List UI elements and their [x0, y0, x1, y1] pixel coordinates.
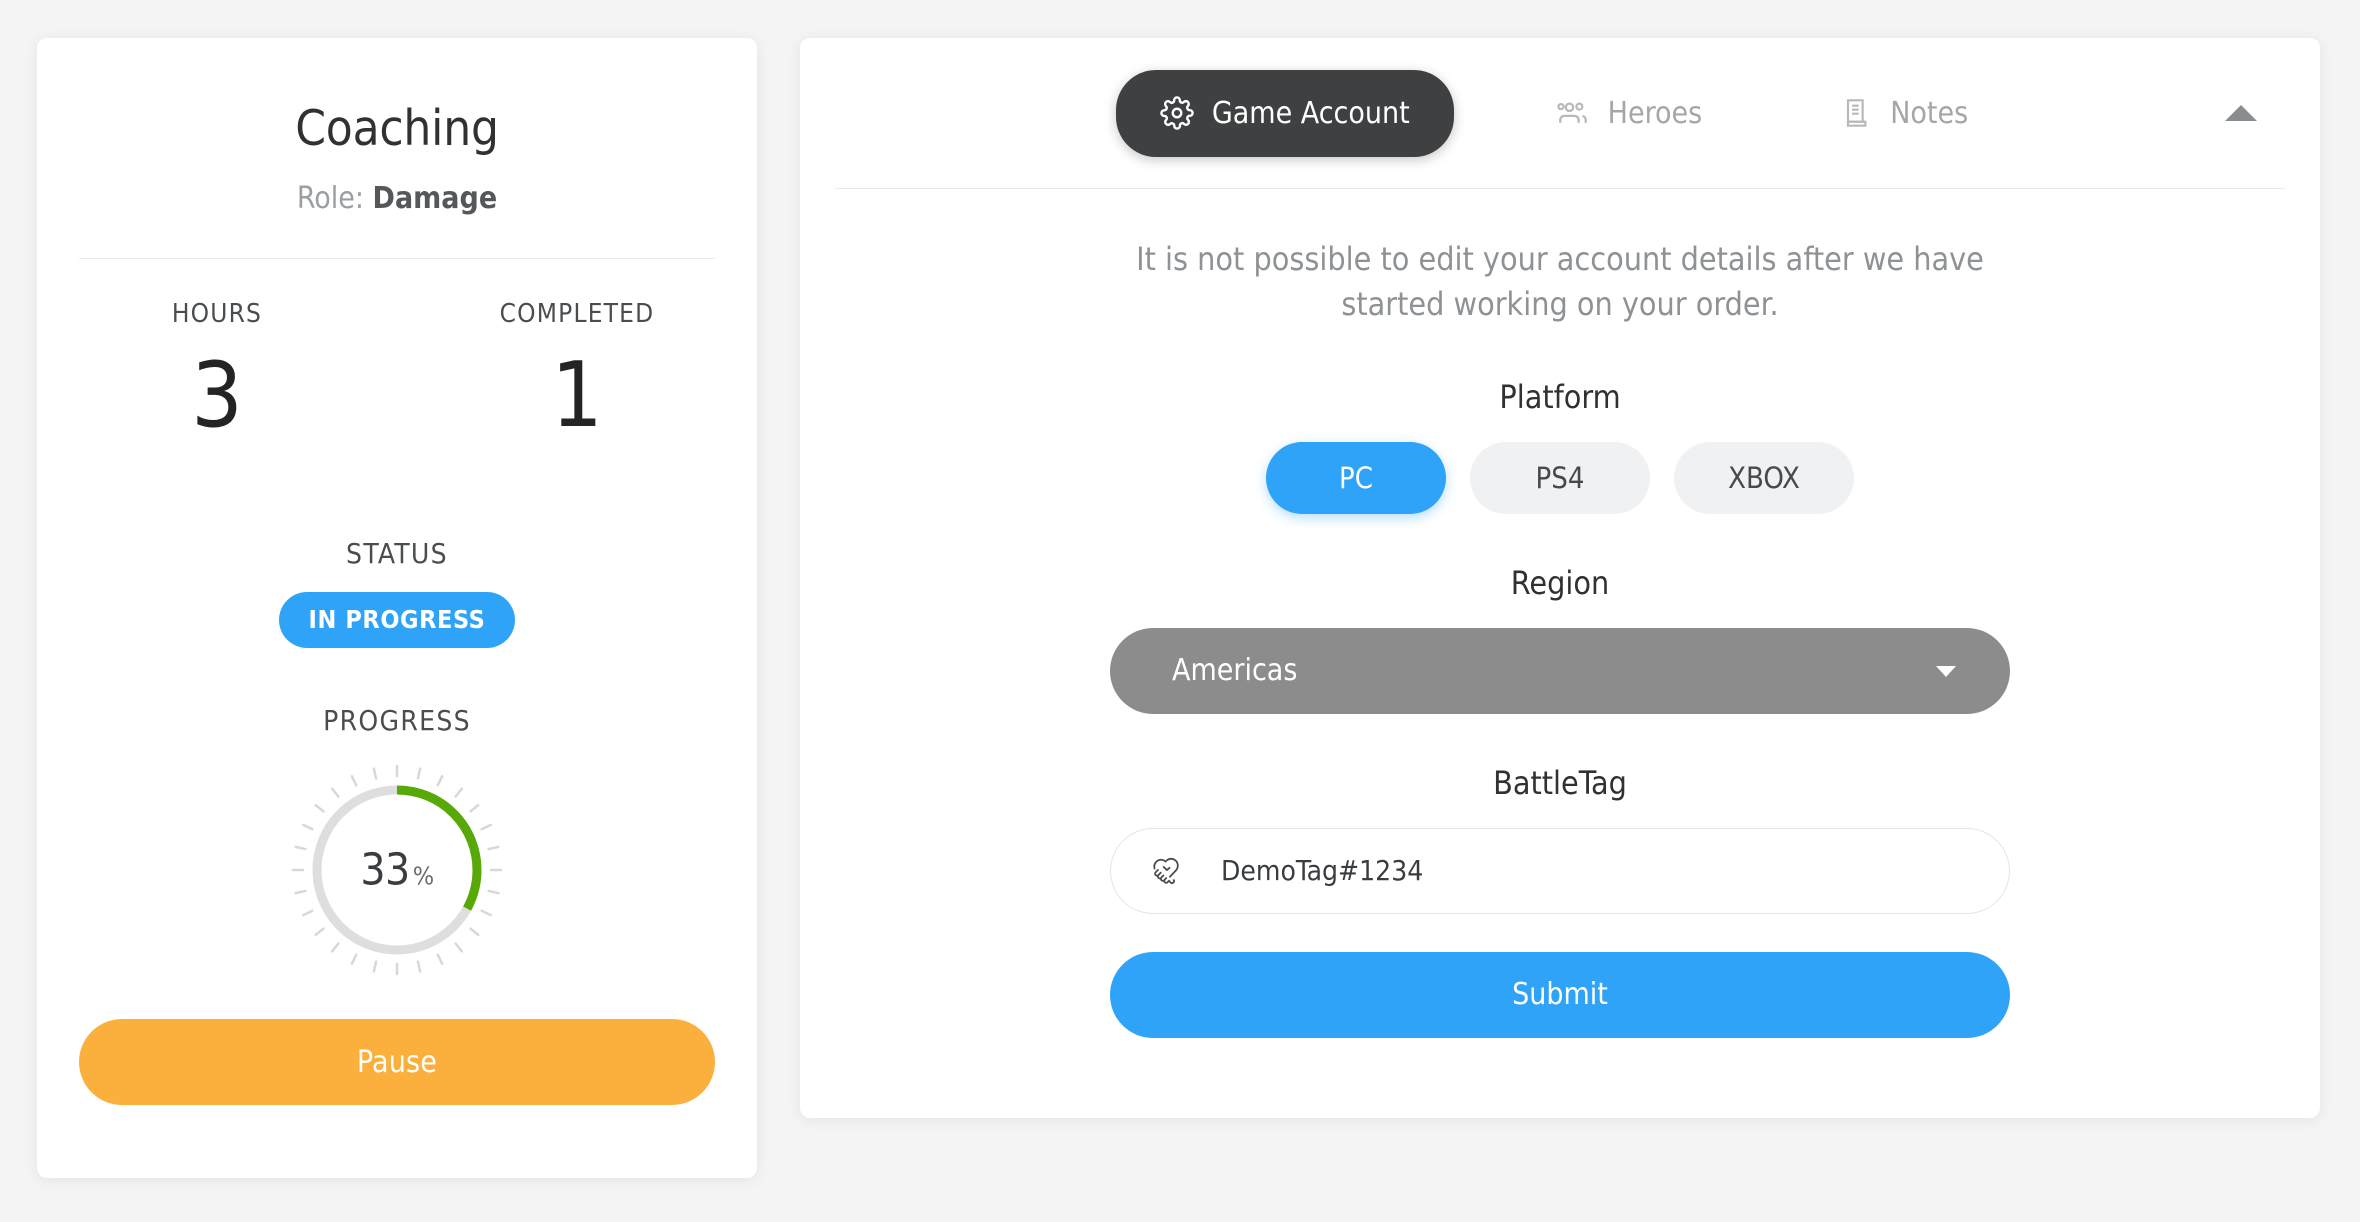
progress-percent-sign: % — [412, 861, 434, 891]
region-label: Region — [1510, 563, 1610, 602]
status-badge: IN PROGRESS — [278, 592, 516, 648]
progress-ring-text: 33% — [282, 845, 512, 896]
stat-completed-value: 1 — [551, 343, 603, 448]
collapse-panel-button[interactable] — [2214, 93, 2268, 133]
caret-up-icon — [2224, 105, 2258, 126]
notes-icon — [1840, 97, 1872, 129]
app-root: Coaching Role: Damage HOURS 3 COMPLETED … — [0, 0, 2360, 1222]
handshake-icon — [1147, 852, 1185, 890]
platform-option-xbox[interactable]: XBOX — [1674, 441, 1854, 514]
stat-hours-label: HOURS — [171, 299, 263, 329]
role-line: Role: Damage — [37, 181, 757, 216]
tab-heroes-label: Heroes — [1607, 95, 1703, 131]
tab-game-account-label: Game Account — [1211, 95, 1410, 131]
stat-completed-label: COMPLETED — [499, 299, 655, 329]
account-edit-notice: It is not possible to edit your account … — [1136, 240, 1984, 324]
tab-game-account[interactable]: Game Account — [1115, 69, 1454, 157]
gear-icon — [1160, 96, 1194, 130]
tab-bar: Game Account Heroes Notes — [800, 38, 2320, 188]
tab-notes[interactable]: Notes — [1804, 72, 2004, 155]
stats-row: HOURS 3 COMPLETED 1 — [37, 299, 757, 441]
tab-heroes[interactable]: Heroes — [1520, 72, 1739, 155]
platform-option-ps4[interactable]: PS4 — [1470, 441, 1650, 514]
progress-ring: 33% — [282, 755, 512, 985]
battletag-label: BattleTag — [1493, 763, 1627, 802]
region-select[interactable]: Americas — [1110, 627, 2010, 714]
tabbar-divider — [835, 188, 2285, 189]
stat-hours-value: 3 — [191, 343, 243, 448]
platform-label: Platform — [1499, 377, 1621, 416]
platform-option-pc[interactable]: PC — [1266, 441, 1446, 514]
region-selected-value: Americas — [1172, 653, 1298, 689]
stat-hours: HOURS 3 — [37, 299, 397, 441]
platform-options: PC PS4 XBOX — [800, 441, 2320, 514]
order-details-card: Game Account Heroes Notes It is not poss… — [800, 38, 2320, 1118]
progress-value: 33 — [360, 844, 410, 896]
status-block: STATUS IN PROGRESS — [37, 537, 757, 648]
battletag-input[interactable] — [1185, 854, 2009, 888]
role-value: Damage — [372, 181, 498, 216]
caret-down-icon — [1934, 663, 1958, 679]
group-icon — [1556, 96, 1590, 130]
tab-notes-label: Notes — [1890, 95, 1969, 131]
submit-button[interactable]: Submit — [1110, 951, 2010, 1038]
progress-label: PROGRESS — [323, 704, 471, 737]
pause-button[interactable]: Pause — [79, 1019, 715, 1105]
battletag-field[interactable] — [1110, 827, 2010, 914]
coaching-summary-card: Coaching Role: Damage HOURS 3 COMPLETED … — [37, 38, 757, 1178]
stat-completed: COMPLETED 1 — [397, 299, 757, 441]
role-prefix-label: Role: — [296, 181, 373, 216]
card-divider — [79, 258, 715, 259]
status-label: STATUS — [346, 537, 448, 570]
progress-block: PROGRESS 33% — [37, 704, 757, 985]
page-title: Coaching — [295, 100, 499, 157]
